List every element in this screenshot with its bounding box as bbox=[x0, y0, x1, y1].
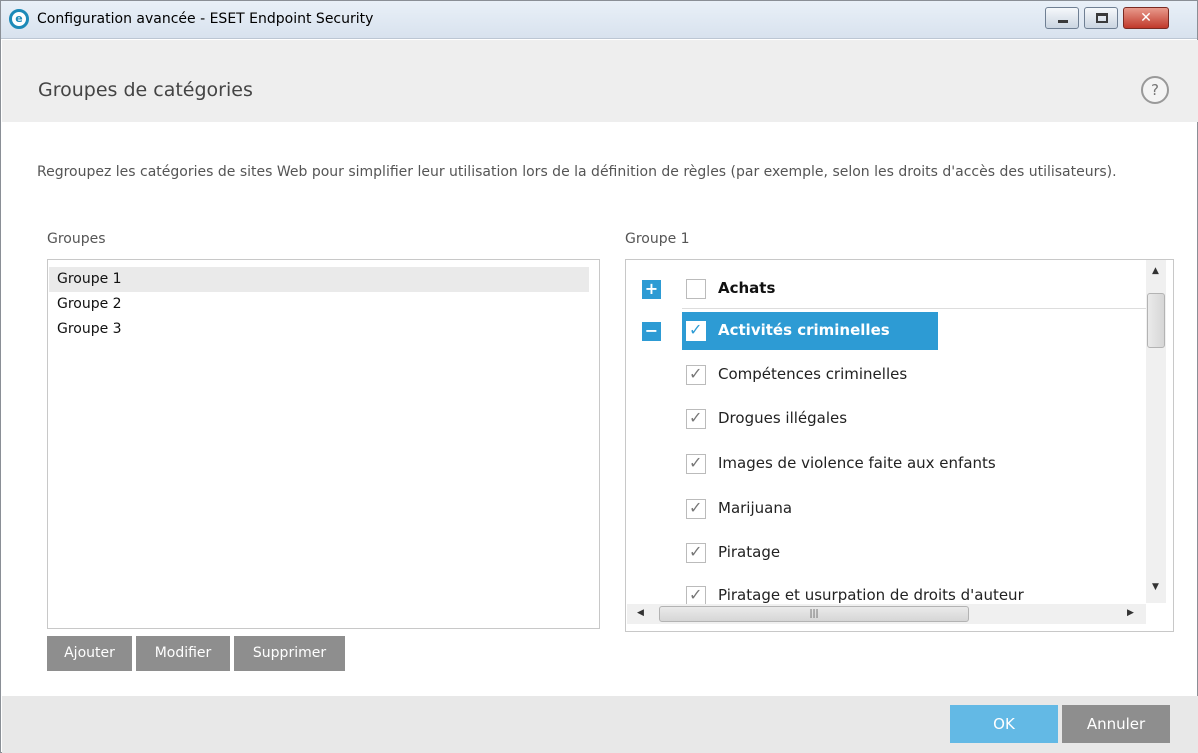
tree-row-subcategory[interactable]: Drogues illégales bbox=[626, 401, 1146, 441]
close-icon: ✕ bbox=[1140, 10, 1152, 26]
category-label: Achats bbox=[718, 279, 776, 297]
subcategory-checkbox[interactable] bbox=[686, 585, 706, 606]
close-button[interactable]: ✕ bbox=[1123, 7, 1169, 29]
description-text: Regroupez les catégories de sites Web po… bbox=[37, 164, 1117, 180]
subcategory-checkbox[interactable] bbox=[686, 408, 706, 429]
subcategory-label: Images de violence faite aux enfants bbox=[718, 454, 996, 472]
subcategory-label: Marijuana bbox=[718, 499, 793, 517]
help-icon[interactable]: ? bbox=[1141, 76, 1169, 104]
subcategory-checkbox[interactable] bbox=[686, 542, 706, 563]
subcategory-label: Piratage bbox=[718, 543, 781, 561]
add-button[interactable]: Ajouter bbox=[47, 636, 132, 671]
selected-row-highlight[interactable]: Activités criminelles bbox=[682, 312, 938, 350]
group-item[interactable]: Groupe 1 bbox=[49, 267, 589, 292]
ok-button[interactable]: OK bbox=[950, 705, 1058, 743]
delete-button[interactable]: Supprimer bbox=[234, 636, 345, 671]
tree-row-subcategory[interactable]: Marijuana bbox=[626, 491, 1146, 531]
vertical-scroll-thumb[interactable] bbox=[1147, 293, 1165, 348]
expand-plus-icon[interactable]: + bbox=[642, 280, 661, 299]
scroll-right-icon[interactable]: ▶ bbox=[1127, 608, 1134, 618]
category-checkbox[interactable] bbox=[686, 279, 706, 299]
scroll-down-icon[interactable]: ▼ bbox=[1152, 582, 1159, 592]
row-divider bbox=[682, 308, 1146, 309]
group-item[interactable]: Groupe 2 bbox=[49, 292, 589, 317]
tree-row-subcategory[interactable]: Piratage bbox=[626, 535, 1146, 575]
cancel-button[interactable]: Annuler bbox=[1062, 705, 1170, 743]
subcategory-checkbox[interactable] bbox=[686, 364, 706, 385]
horizontal-scrollbar[interactable]: ◀ ||| ▶ bbox=[627, 604, 1146, 624]
subcategory-label: Drogues illégales bbox=[718, 409, 848, 427]
tree-row-category[interactable]: + Achats bbox=[626, 269, 1146, 309]
tree-row-subcategory[interactable]: Compétences criminelles bbox=[626, 357, 1146, 397]
scroll-left-icon[interactable]: ◀ bbox=[637, 608, 644, 618]
subcategory-checkbox[interactable] bbox=[686, 498, 706, 519]
category-panel-label: Groupe 1 bbox=[625, 231, 690, 247]
tree-row-subcategory[interactable]: Images de violence faite aux enfants bbox=[626, 446, 1146, 486]
minimize-button[interactable] bbox=[1045, 7, 1079, 29]
category-checkbox[interactable] bbox=[686, 320, 706, 341]
category-tree[interactable]: + Achats − Activités criminelles Compéte… bbox=[625, 259, 1174, 632]
tree-row-category[interactable]: − Activités criminelles bbox=[626, 311, 1146, 351]
category-label: Activités criminelles bbox=[718, 321, 890, 339]
maximize-button[interactable] bbox=[1084, 7, 1118, 29]
scroll-up-icon[interactable]: ▲ bbox=[1152, 266, 1159, 276]
maximize-icon bbox=[1096, 13, 1108, 23]
groups-list[interactable]: Groupe 1 Groupe 2 Groupe 3 bbox=[47, 259, 600, 629]
vertical-scrollbar[interactable]: ▲ ▼ bbox=[1146, 260, 1166, 603]
group-item[interactable]: Groupe 3 bbox=[49, 317, 589, 342]
minimize-icon bbox=[1058, 20, 1068, 23]
collapse-minus-icon[interactable]: − bbox=[642, 322, 661, 341]
window-title: Configuration avancée - ESET Endpoint Se… bbox=[37, 11, 374, 27]
subcategory-label: Piratage et usurpation de droits d'auteu… bbox=[718, 586, 1024, 604]
dialog-window: e Configuration avancée - ESET Endpoint … bbox=[0, 0, 1198, 753]
groups-label: Groupes bbox=[47, 231, 106, 247]
page-title: Groupes de catégories bbox=[38, 79, 253, 101]
subcategory-label: Compétences criminelles bbox=[718, 365, 908, 383]
edit-button[interactable]: Modifier bbox=[136, 636, 230, 671]
subcategory-checkbox[interactable] bbox=[686, 453, 706, 474]
horizontal-scroll-thumb[interactable]: ||| bbox=[659, 606, 969, 622]
eset-logo-icon: e bbox=[9, 9, 29, 29]
page-header: Groupes de catégories ? bbox=[2, 40, 1198, 122]
title-bar[interactable]: e Configuration avancée - ESET Endpoint … bbox=[1, 1, 1197, 39]
